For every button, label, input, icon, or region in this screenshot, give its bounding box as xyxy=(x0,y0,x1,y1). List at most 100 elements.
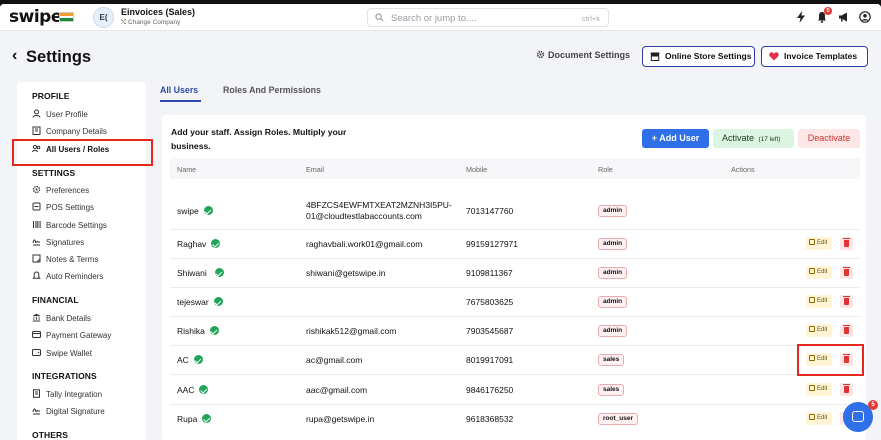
sidebar-item-signatures[interactable]: Signatures xyxy=(32,237,84,247)
cell-name: AC xyxy=(177,355,203,365)
tab-roles-and-permissions[interactable]: Roles And Permissions xyxy=(223,85,321,95)
swipe-logo[interactable]: swipe xyxy=(9,7,62,27)
edit-button[interactable]: Edit xyxy=(806,237,832,250)
user-name: Rishika xyxy=(177,326,205,336)
cell-name: Rupa xyxy=(177,414,212,424)
active-tab-indicator xyxy=(160,100,201,102)
sidebar-item-digital-signature[interactable]: Digital Signature xyxy=(32,406,105,416)
sidebar-item-tally-integration[interactable]: Tally Integration xyxy=(32,389,102,399)
delete-button[interactable] xyxy=(840,295,853,308)
activate-remaining: (17 left) xyxy=(758,136,781,143)
delete-button[interactable] xyxy=(840,383,853,396)
edit-icon xyxy=(809,239,815,245)
cell-name: swipe xyxy=(177,206,213,216)
page-title: Settings xyxy=(26,48,92,66)
role-badge: admin xyxy=(598,238,628,250)
wallet-icon xyxy=(32,348,41,357)
sidebar-item-label: Bank Details xyxy=(46,314,91,323)
sidebar-item-label: Company Details xyxy=(46,127,107,136)
role-badge: admin xyxy=(598,205,628,217)
column-header-name: Name xyxy=(177,165,197,174)
sidebar-item-preferences[interactable]: Preferences xyxy=(32,185,89,195)
role-badge: admin xyxy=(598,325,628,337)
sidebar-item-label: Digital Signature xyxy=(46,407,105,416)
sidebar-item-auto-reminders[interactable]: Auto Reminders xyxy=(32,271,103,281)
card-icon xyxy=(32,330,41,339)
change-company-link[interactable]: ⤭ Change Company xyxy=(121,19,180,27)
pos-icon xyxy=(32,202,41,211)
sidebar-section-financial: FINANCIAL xyxy=(32,295,79,305)
user-name: AAC xyxy=(177,385,195,395)
edit-button[interactable]: Edit xyxy=(806,266,832,279)
row-divider xyxy=(170,287,860,288)
delete-button[interactable] xyxy=(840,237,853,250)
bolt-icon[interactable] xyxy=(795,11,807,23)
megaphone-icon[interactable] xyxy=(838,11,850,23)
edit-label: Edit xyxy=(817,298,828,304)
tab-all-users[interactable]: All Users xyxy=(160,85,198,95)
edit-label: Edit xyxy=(817,386,828,392)
verified-check-icon xyxy=(199,385,209,394)
column-header-email: Email xyxy=(306,165,324,174)
document-settings-link[interactable]: Document Settings xyxy=(536,50,630,60)
verified-check-icon xyxy=(209,326,219,335)
invoice-templates-button[interactable]: Invoice Templates xyxy=(761,46,868,67)
edit-icon xyxy=(809,297,815,303)
sidebar-item-payment-gateway[interactable]: Payment Gateway xyxy=(32,330,111,340)
sidebar-item-barcode-settings[interactable]: Barcode Settings xyxy=(32,220,107,230)
deactivate-button[interactable]: Deactivate xyxy=(798,129,860,148)
row-divider xyxy=(170,316,860,317)
gear-icon xyxy=(32,185,41,194)
verified-check-icon xyxy=(202,414,212,423)
edit-button[interactable]: Edit xyxy=(806,412,832,425)
cell-name: tejeswar xyxy=(177,297,223,307)
delete-button[interactable] xyxy=(840,324,853,337)
user-icon xyxy=(32,109,41,118)
delete-button[interactable] xyxy=(840,266,853,279)
cell-email: 4BFZCS4EWFMTXEAT2MZNH3I5PU- 01@cloudtestl… xyxy=(306,200,452,222)
sidebar-item-label: POS Settings xyxy=(46,203,95,212)
highlight-row-actions xyxy=(797,344,864,376)
search-placeholder: Search or jump to.... xyxy=(391,13,477,24)
sidebar-section-profile: PROFILE xyxy=(32,91,70,101)
sidebar-item-label: Payment Gateway xyxy=(46,331,112,340)
sidebar-item-company-details[interactable]: Company Details xyxy=(32,126,107,136)
cell-mobile: 7013147760 xyxy=(466,206,514,216)
sidebar-item-notes-terms[interactable]: Notes & Terms xyxy=(32,254,98,264)
sidebar-item-label: Preferences xyxy=(46,186,90,195)
edit-icon xyxy=(809,326,815,332)
row-divider xyxy=(170,374,860,375)
trash-icon xyxy=(843,384,850,393)
back-button[interactable]: ‹ xyxy=(12,47,17,65)
account-icon[interactable] xyxy=(859,11,871,23)
search-shortcut: ctrl+k xyxy=(581,14,600,23)
search-input[interactable]: Search or jump to.... ctrl+k xyxy=(367,8,609,27)
cell-mobile: 9846176250 xyxy=(466,385,514,395)
role-badge: admin xyxy=(598,267,628,279)
activate-button[interactable]: Activate (17 left) xyxy=(713,129,794,148)
company-avatar[interactable]: E( xyxy=(93,7,114,28)
cell-email: ac@gmail.com xyxy=(306,355,363,365)
add-user-button[interactable]: + Add User xyxy=(642,129,709,148)
user-name: AC xyxy=(177,355,189,365)
edit-button[interactable]: Edit xyxy=(806,295,832,308)
heart-icon xyxy=(769,52,779,61)
online-store-settings-button[interactable]: Online Store Settings xyxy=(642,46,755,67)
company-name[interactable]: Einvoices (Sales) xyxy=(121,7,195,17)
sidebar-item-swipe-wallet[interactable]: Swipe Wallet xyxy=(32,348,92,358)
edit-button[interactable]: Edit xyxy=(806,383,832,396)
sidebar-item-bank-details[interactable]: Bank Details xyxy=(32,313,91,323)
sidebar-item-pos-settings[interactable]: POS Settings xyxy=(32,202,94,212)
cell-mobile: 7903545687 xyxy=(466,326,514,336)
cell-mobile: 9618368532 xyxy=(466,414,514,424)
edit-icon xyxy=(809,268,815,274)
user-name: Raghav xyxy=(177,239,207,249)
verified-check-icon xyxy=(193,355,203,364)
edit-button[interactable]: Edit xyxy=(806,324,832,337)
bank-icon xyxy=(32,313,41,322)
column-header-role: Role xyxy=(598,165,613,174)
column-header-actions: Actions xyxy=(731,165,755,174)
activate-label: Activate xyxy=(722,133,755,143)
sidebar-section-integrations: INTEGRATIONS xyxy=(32,371,97,381)
sidebar-item-user-profile[interactable]: User Profile xyxy=(32,109,88,119)
